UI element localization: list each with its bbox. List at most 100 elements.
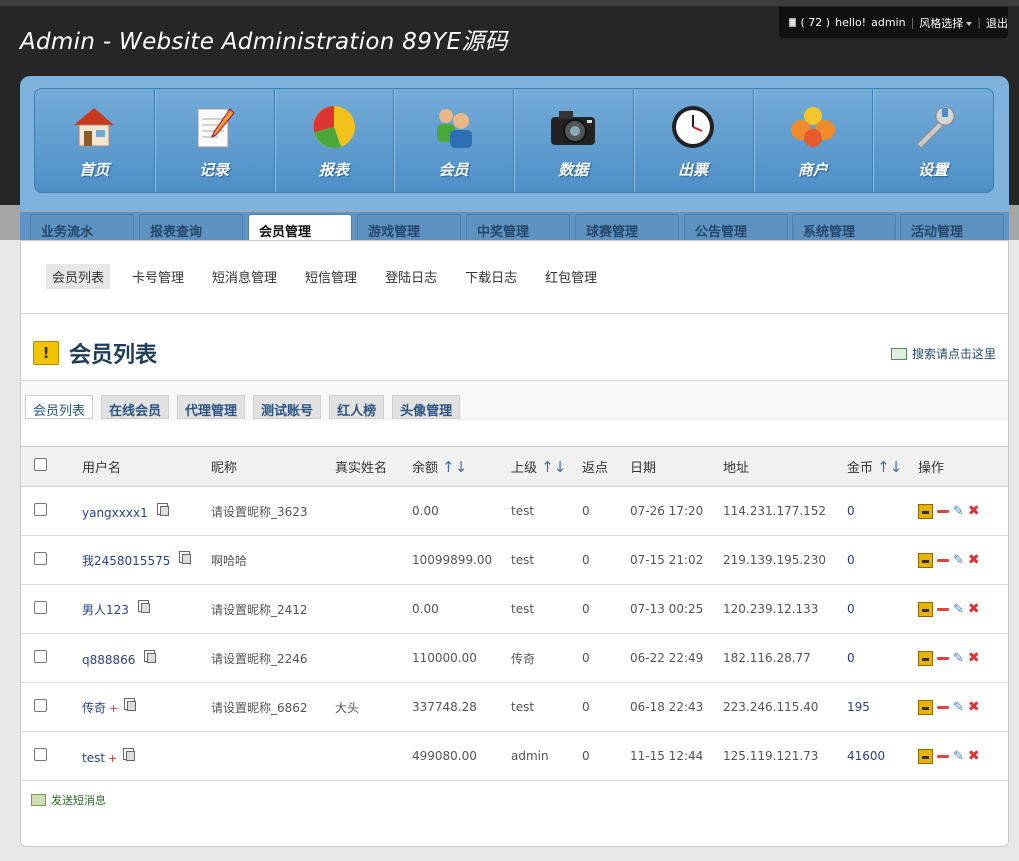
header-coins[interactable]: 金币 ↑↓ bbox=[847, 447, 918, 487]
minus-icon[interactable] bbox=[937, 558, 949, 562]
nav-item-members[interactable]: 会员 bbox=[394, 89, 514, 192]
username-link[interactable]: yangxxxx1 bbox=[82, 506, 148, 520]
nav-item-records[interactable]: 记录 bbox=[155, 89, 275, 192]
parent-cell: test bbox=[511, 602, 535, 616]
detail-icon[interactable] bbox=[918, 552, 933, 568]
tab-match-management[interactable]: 球赛管理 bbox=[575, 214, 679, 240]
edit-icon[interactable]: ✎ bbox=[953, 749, 964, 764]
nav-item-home[interactable]: 首页 bbox=[35, 89, 155, 192]
nav-item-reports[interactable]: 报表 bbox=[275, 89, 395, 192]
nav-item-merchants[interactable]: 商户 bbox=[754, 89, 874, 192]
parent-cell: test bbox=[511, 700, 535, 714]
copy-icon[interactable] bbox=[179, 551, 192, 564]
subtab-avatar-management[interactable]: 头像管理 bbox=[392, 395, 461, 419]
header-balance[interactable]: 余额 ↑↓ bbox=[412, 447, 511, 487]
delete-icon[interactable]: ✖ bbox=[968, 748, 980, 764]
plus-mark[interactable]: + bbox=[109, 702, 118, 715]
copy-icon[interactable] bbox=[144, 649, 157, 663]
row-checkbox[interactable] bbox=[34, 748, 47, 761]
style-select[interactable]: 风格选择 bbox=[919, 15, 973, 31]
subtab-online-members[interactable]: 在线会员 bbox=[101, 395, 170, 419]
copy-icon[interactable] bbox=[156, 502, 169, 516]
copy-icon[interactable] bbox=[137, 600, 150, 613]
row-actions: ✎ ✖ bbox=[918, 699, 1008, 715]
sort-arrows-icon[interactable]: ↑↓ bbox=[442, 458, 467, 476]
edit-icon[interactable]: ✎ bbox=[953, 504, 964, 519]
subnav-sms-management[interactable]: 短信管理 bbox=[299, 264, 363, 289]
plus-mark[interactable]: + bbox=[108, 752, 117, 765]
subtab-member-list[interactable]: 会员列表 bbox=[25, 395, 94, 419]
minus-icon[interactable] bbox=[937, 754, 949, 758]
subnav-red-packet-management[interactable]: 红包管理 bbox=[539, 264, 603, 289]
delete-icon[interactable]: ✖ bbox=[968, 650, 980, 666]
copy-icon[interactable] bbox=[123, 747, 136, 761]
greeting: hello! bbox=[835, 16, 867, 29]
row-checkbox[interactable] bbox=[34, 650, 47, 663]
header-ops: 操作 bbox=[918, 461, 945, 476]
realname-cell bbox=[335, 585, 412, 634]
minus-icon[interactable] bbox=[937, 705, 949, 709]
username-link[interactable]: test bbox=[82, 751, 105, 765]
username-link[interactable]: 传奇 bbox=[82, 701, 106, 715]
delete-icon[interactable]: ✖ bbox=[968, 601, 980, 617]
sort-arrows-icon[interactable]: ↑↓ bbox=[541, 458, 566, 476]
subtab-test-accounts[interactable]: 测试账号 bbox=[253, 395, 322, 419]
subnav-short-message-management[interactable]: 短消息管理 bbox=[206, 264, 283, 289]
coins-cell: 0 bbox=[847, 651, 855, 665]
header-realname: 真实姓名 bbox=[335, 461, 388, 476]
select-all-checkbox[interactable] bbox=[34, 458, 47, 471]
date-cell: 11-15 12:44 bbox=[630, 749, 704, 763]
copy-icon[interactable] bbox=[124, 698, 137, 711]
tab-prize-management[interactable]: 中奖管理 bbox=[466, 214, 570, 240]
main-nav: 首页 记录 报表 会员 数据 出票 商户 设置 bbox=[34, 88, 994, 193]
tab-game-management[interactable]: 游戏管理 bbox=[357, 214, 461, 240]
nav-item-tickets[interactable]: 出票 bbox=[634, 89, 754, 192]
send-message-link[interactable]: 发送短消息 bbox=[31, 792, 106, 808]
detail-icon[interactable] bbox=[918, 650, 933, 666]
subtab-agent-management[interactable]: 代理管理 bbox=[177, 395, 246, 419]
tab-member-management[interactable]: 会员管理 bbox=[248, 214, 352, 241]
row-checkbox[interactable] bbox=[34, 601, 47, 614]
row-checkbox[interactable] bbox=[34, 503, 47, 516]
subnav-login-log[interactable]: 登陆日志 bbox=[379, 264, 443, 289]
username-link[interactable]: 我2458015575 bbox=[82, 554, 170, 568]
edit-icon[interactable]: ✎ bbox=[953, 602, 964, 617]
pie-chart-icon bbox=[310, 103, 358, 151]
detail-icon[interactable] bbox=[918, 748, 933, 764]
tab-system-management[interactable]: 系统管理 bbox=[792, 214, 896, 240]
username-link[interactable]: q888866 bbox=[82, 653, 135, 667]
mail-icon[interactable] bbox=[789, 18, 796, 27]
mail-count[interactable]: ( 72 ) bbox=[801, 16, 831, 29]
minus-icon[interactable] bbox=[937, 509, 949, 513]
username-link[interactable]: 男人123 bbox=[82, 603, 129, 617]
delete-icon[interactable]: ✖ bbox=[968, 552, 980, 568]
detail-icon[interactable] bbox=[918, 699, 933, 715]
edit-icon[interactable]: ✎ bbox=[953, 553, 964, 568]
subnav-card-management[interactable]: 卡号管理 bbox=[126, 264, 190, 289]
sort-arrows-icon[interactable]: ↑↓ bbox=[877, 458, 902, 476]
nav-item-settings[interactable]: 设置 bbox=[873, 89, 993, 192]
nickname-cell: 请设置昵称_2412 bbox=[211, 602, 308, 617]
subtab-leaderboard[interactable]: 红人榜 bbox=[329, 395, 385, 419]
subnav-download-log[interactable]: 下载日志 bbox=[459, 264, 523, 289]
delete-icon[interactable]: ✖ bbox=[968, 699, 980, 715]
delete-icon[interactable]: ✖ bbox=[968, 503, 980, 519]
minus-icon[interactable] bbox=[937, 656, 949, 660]
tab-announcement-management[interactable]: 公告管理 bbox=[684, 214, 788, 240]
row-checkbox[interactable] bbox=[34, 552, 47, 565]
tab-report-query[interactable]: 报表查询 bbox=[139, 214, 243, 240]
row-actions: ✎ ✖ bbox=[918, 748, 1008, 764]
tab-business-flow[interactable]: 业务流水 bbox=[30, 214, 134, 240]
logout-link[interactable]: 退出 bbox=[986, 15, 1008, 31]
search-link[interactable]: 搜索请点击这里 bbox=[890, 345, 996, 362]
tab-activity-management[interactable]: 活动管理 bbox=[900, 214, 1004, 240]
detail-icon[interactable] bbox=[918, 503, 933, 519]
nav-item-data[interactable]: 数据 bbox=[514, 89, 634, 192]
subnav-member-list[interactable]: 会员列表 bbox=[46, 264, 111, 289]
row-checkbox[interactable] bbox=[34, 699, 47, 712]
header-parent[interactable]: 上级 ↑↓ bbox=[511, 447, 582, 487]
edit-icon[interactable]: ✎ bbox=[953, 700, 964, 715]
edit-icon[interactable]: ✎ bbox=[953, 651, 964, 666]
detail-icon[interactable] bbox=[918, 601, 933, 617]
minus-icon[interactable] bbox=[937, 607, 949, 611]
